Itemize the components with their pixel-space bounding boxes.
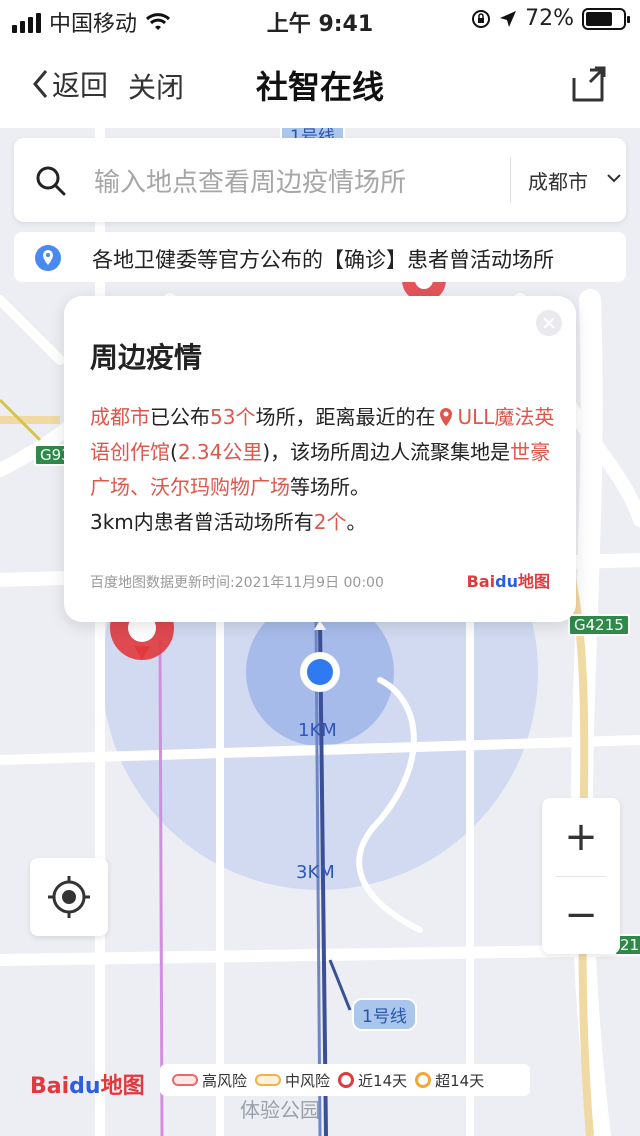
back-button[interactable]: 返回 — [32, 64, 108, 104]
legend-label: 近14天 — [358, 1071, 408, 1090]
orientation-lock-icon — [472, 9, 491, 28]
status-bar: 中国移动 上午 9:41 72% — [0, 0, 640, 40]
map-legend: 高风险 中风险 近14天 超14天 — [160, 1064, 530, 1096]
card-3km-count: 2个 — [313, 510, 347, 534]
legend-over14: 超14天 — [415, 1070, 484, 1091]
card-distance: 2.34公里 — [177, 440, 263, 464]
ring-3km-label: 3KM — [296, 862, 335, 883]
card-text-3: ( — [170, 440, 178, 464]
zoom-out-button[interactable]: − — [542, 876, 620, 954]
mid-risk-swatch — [255, 1074, 282, 1086]
card-city: 成都市 — [90, 405, 150, 429]
card-close-button[interactable] — [536, 310, 562, 336]
poi-label: 体验公园 — [240, 1098, 320, 1122]
status-right: 72% — [471, 6, 630, 31]
logo-part-c: 地图 — [517, 572, 550, 591]
zoom-in-button[interactable]: + — [542, 798, 620, 876]
user-location-dot — [307, 659, 333, 685]
search-icon — [36, 166, 66, 196]
zoom-controls: + − — [542, 798, 620, 954]
location-pin-icon — [35, 245, 61, 271]
logo-part-b: du — [495, 572, 518, 591]
near14-swatch — [338, 1072, 355, 1088]
legend-label: 高风险 — [202, 1071, 248, 1090]
card-text-4: )，该场所周边人流聚集地是 — [262, 440, 511, 464]
nav-bar: 返回 关闭 社智在线 — [0, 40, 640, 128]
legend-label: 超14天 — [435, 1071, 485, 1090]
logo-part-c: 地图 — [100, 1074, 145, 1099]
road-tag-g4215: G4215 — [568, 614, 630, 636]
legend-label: 中风险 — [285, 1071, 331, 1090]
card-text-2: 场所，距离最近的在 — [255, 405, 436, 429]
card-count: 53个 — [210, 405, 256, 429]
logo-part-b: du — [69, 1074, 101, 1099]
search-input[interactable]: 输入地点查看周边疫情场所 — [94, 162, 406, 199]
card-title: 周边疫情 — [90, 341, 203, 374]
place-pin-icon — [440, 408, 453, 426]
legend-high-risk: 高风险 — [172, 1070, 247, 1091]
baidu-map-logo: Baidu地图 — [467, 568, 550, 592]
search-bar[interactable]: 输入地点查看周边疫情场所 成都市 — [14, 138, 626, 222]
legend-mid-risk: 中风险 — [255, 1070, 330, 1091]
high-risk-swatch — [172, 1074, 198, 1086]
card-update-time: 百度地图数据更新时间:2021年11月9日 00:00 — [90, 575, 384, 591]
legend-near14: 近14天 — [338, 1070, 407, 1091]
baidu-map-logo-bottom: Baidu地图 — [30, 1068, 145, 1100]
notice-bar: 各地卫健委等官方公布的【确诊】患者曾活动场所 — [14, 232, 626, 282]
card-text-7: 。 — [346, 510, 367, 534]
city-selector[interactable]: 成都市 — [528, 166, 588, 195]
chevron-down-icon[interactable] — [606, 170, 622, 186]
locate-button[interactable] — [30, 858, 108, 936]
chevron-left-icon — [33, 70, 48, 98]
back-label: 返回 — [52, 69, 109, 102]
epidemic-info-card: 周边疫情 成都市已公布53个场所，距离最近的在 ULL魔法英语创作馆(2.34公里… — [64, 296, 576, 622]
crosshair-icon — [48, 876, 90, 918]
close-button[interactable]: 关闭 — [128, 66, 184, 106]
over14-swatch — [415, 1072, 432, 1088]
search-divider — [510, 158, 511, 202]
card-text-1: 已公布 — [150, 405, 210, 429]
ring-1km-label: 1KM — [298, 720, 337, 741]
battery-fill — [586, 11, 612, 26]
card-body: 成都市已公布53个场所，距离最近的在 ULL魔法英语创作馆(2.34公里)，该场所… — [90, 400, 560, 540]
logo-part-a: Bai — [30, 1074, 70, 1099]
metro-line-tag: 1号线 — [352, 998, 417, 1031]
logo-part-a: Bai — [466, 572, 496, 591]
location-arrow-icon — [500, 10, 517, 27]
battery-icon — [582, 7, 630, 30]
card-text-5: 等场所。 — [290, 475, 370, 499]
battery-percent: 72% — [525, 6, 574, 31]
card-text-6: 3km内患者曾活动场所有 — [90, 510, 314, 534]
share-icon[interactable] — [568, 64, 608, 104]
notice-text: 各地卫健委等官方公布的【确诊】患者曾活动场所 — [92, 248, 554, 272]
